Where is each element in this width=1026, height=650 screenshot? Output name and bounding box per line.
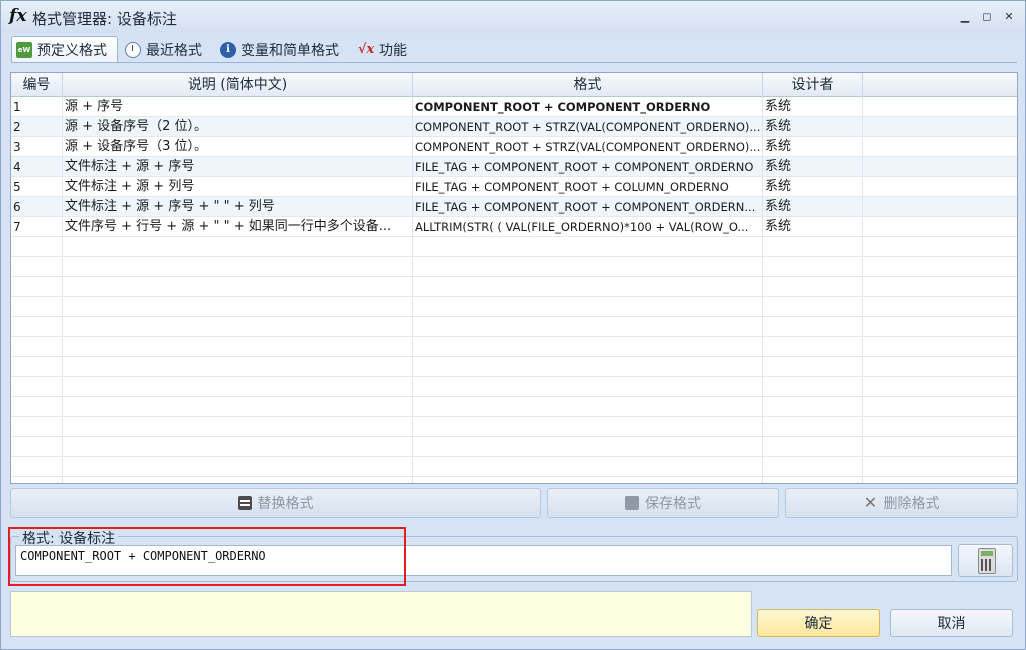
cell-format: FILE_TAG + COMPONENT_ROOT + COMPONENT_OR…: [413, 197, 763, 217]
delete-x-icon: ✕: [863, 493, 878, 512]
format-manager-window: fx 格式管理器: 设备标注 ▁ ◻ ✕ eW 预定义格式 最近格式 i 变量和…: [0, 0, 1026, 650]
column-header-description[interactable]: 说明 (简体中文): [63, 73, 413, 97]
empty-row: [11, 337, 1017, 357]
empty-row: [11, 257, 1017, 277]
tab-predefined-format[interactable]: eW 预定义格式: [11, 36, 118, 63]
delete-format-label: 删除格式: [883, 496, 940, 512]
tab-recent-format[interactable]: 最近格式: [121, 36, 208, 63]
table-row[interactable]: 3 源 + 设备序号（3 位）。 COMPONENT_ROOT + STRZ(V…: [11, 137, 1017, 157]
floppy-disk-icon: [625, 496, 639, 510]
close-icon[interactable]: ✕: [1002, 10, 1016, 24]
cell-number: 7: [11, 217, 63, 237]
cell-format: COMPONENT_ROOT + COMPONENT_ORDERNO: [413, 97, 763, 117]
format-grid[interactable]: 编号 说明 (简体中文) 格式 设计者 1 源 + 序号 COMPONENT_R…: [10, 72, 1018, 484]
cell-format: ALLTRIM(STR( ( VAL(FILE_ORDERNO)*100 + V…: [413, 217, 763, 237]
tab-variables-simple[interactable]: i 变量和简单格式: [216, 36, 345, 63]
empty-row: [11, 397, 1017, 417]
empty-row: [11, 417, 1017, 437]
tab-divider: [11, 62, 1017, 63]
restore-icon[interactable]: ◻: [980, 10, 994, 24]
empty-row: [11, 277, 1017, 297]
delete-format-button[interactable]: ✕ 删除格式: [785, 488, 1018, 518]
empty-row: [11, 237, 1017, 257]
empty-row: [11, 437, 1017, 457]
empty-row: [11, 457, 1017, 477]
cell-number: 2: [11, 117, 63, 137]
predefined-format-icon: eW: [16, 42, 32, 58]
info-icon: i: [220, 41, 236, 58]
title-bar: fx 格式管理器: 设备标注 ▁ ◻ ✕: [1, 1, 1025, 33]
table-row[interactable]: 7 文件序号 + 行号 + 源 + " " + 如果同一行中多个设备... AL…: [11, 217, 1017, 237]
table-row[interactable]: 6 文件标注 + 源 + 序号 + " " + 列号 FILE_TAG + CO…: [11, 197, 1017, 217]
cell-description: 文件序号 + 行号 + 源 + " " + 如果同一行中多个设备...: [63, 217, 413, 237]
tab-label: 预定义格式: [37, 43, 107, 59]
calculator-icon: [978, 548, 996, 574]
column-header-number[interactable]: 编号: [11, 73, 63, 97]
cell-description: 文件标注 + 源 + 序号 + " " + 列号: [63, 197, 413, 217]
message-area: [10, 591, 752, 637]
empty-row: [11, 357, 1017, 377]
save-format-button[interactable]: 保存格式: [547, 488, 779, 518]
cell-designer: 系统: [763, 217, 863, 237]
table-row[interactable]: 1 源 + 序号 COMPONENT_ROOT + COMPONENT_ORDE…: [11, 97, 1017, 117]
clock-icon: [125, 41, 141, 58]
cell-number: 1: [11, 97, 63, 117]
empty-row: [11, 317, 1017, 337]
cell-designer: 系统: [763, 177, 863, 197]
cell-description: 文件标注 + 源 + 列号: [63, 177, 413, 197]
cell-number: 3: [11, 137, 63, 157]
cell-format: COMPONENT_ROOT + STRZ(VAL(COMPONENT_ORDE…: [413, 137, 763, 157]
cell-format: COMPONENT_ROOT + STRZ(VAL(COMPONENT_ORDE…: [413, 117, 763, 137]
empty-row: [11, 297, 1017, 317]
cell-designer: 系统: [763, 157, 863, 177]
table-row[interactable]: 5 文件标注 + 源 + 列号 FILE_TAG + COMPONENT_ROO…: [11, 177, 1017, 197]
tab-label: 最近格式: [146, 42, 202, 59]
table-row[interactable]: 2 源 + 设备序号（2 位）。 COMPONENT_ROOT + STRZ(V…: [11, 117, 1017, 137]
window-title: 格式管理器: 设备标注: [32, 10, 177, 28]
cell-number: 6: [11, 197, 63, 217]
minimize-icon[interactable]: ▁: [958, 10, 972, 24]
column-header-designer[interactable]: 设计者: [763, 73, 863, 97]
ok-button[interactable]: 确定: [757, 609, 880, 637]
fx-icon: fx: [9, 6, 27, 26]
table-row[interactable]: 4 文件标注 + 源 + 序号 FILE_TAG + COMPONENT_ROO…: [11, 157, 1017, 177]
cell-description: 源 + 设备序号（3 位）。: [63, 137, 413, 157]
cell-number: 5: [11, 177, 63, 197]
cell-description: 源 + 序号: [63, 97, 413, 117]
grid-header: 编号 说明 (简体中文) 格式 设计者: [11, 73, 1017, 97]
replace-format-label: 替换格式: [257, 496, 314, 512]
save-format-label: 保存格式: [645, 496, 701, 512]
cell-designer: 系统: [763, 97, 863, 117]
tab-label: 功能: [379, 42, 407, 59]
cell-format: FILE_TAG + COMPONENT_ROOT + COLUMN_ORDER…: [413, 177, 763, 197]
replace-icon: [237, 496, 252, 510]
cell-number: 4: [11, 157, 63, 177]
cell-description: 源 + 设备序号（2 位）。: [63, 117, 413, 137]
cell-description: 文件标注 + 源 + 序号: [63, 157, 413, 177]
cell-designer: 系统: [763, 117, 863, 137]
tab-label: 变量和简单格式: [241, 42, 339, 59]
replace-format-button[interactable]: 替换格式: [10, 488, 541, 518]
column-header-format[interactable]: 格式: [413, 73, 763, 97]
cell-designer: 系统: [763, 197, 863, 217]
cancel-button[interactable]: 取消: [890, 609, 1013, 637]
cell-designer: 系统: [763, 137, 863, 157]
sqrt-function-icon: √x: [358, 41, 375, 57]
highlight-annotation-box: [8, 527, 406, 586]
cell-format: FILE_TAG + COMPONENT_ROOT + COMPONENT_OR…: [413, 157, 763, 177]
empty-row: [11, 377, 1017, 397]
tab-functions[interactable]: √x 功能: [354, 36, 413, 63]
calculator-button[interactable]: [958, 544, 1013, 577]
